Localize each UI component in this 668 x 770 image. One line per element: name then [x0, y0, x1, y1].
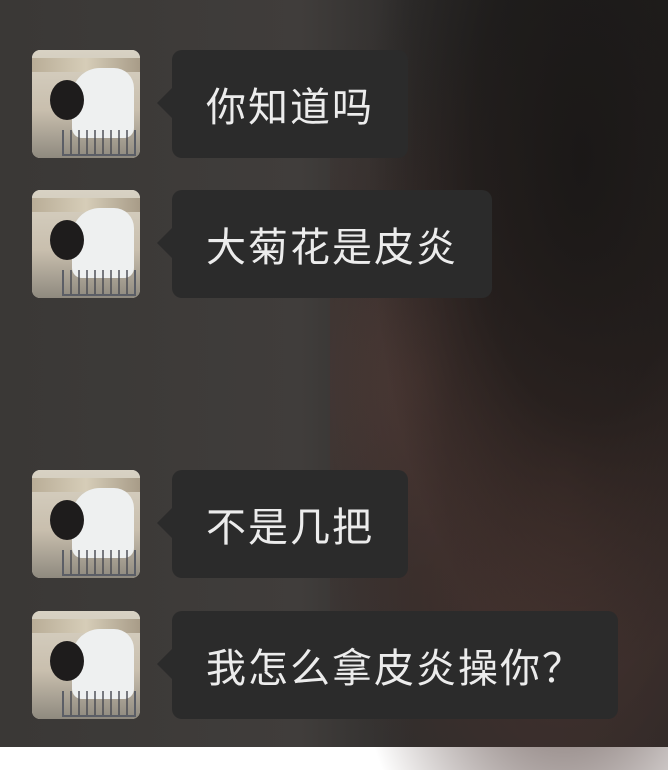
message-bubble[interactable]: 大菊花是皮炎 — [157, 190, 492, 298]
avatar-photo-cart — [62, 691, 136, 717]
chat-message: 大菊花是皮炎 — [32, 190, 492, 298]
avatar-photo-head — [50, 220, 84, 260]
message-bubble[interactable]: 你知道吗 — [157, 50, 408, 158]
chat-message: 我怎么拿皮炎操你？ — [32, 611, 618, 719]
avatar[interactable] — [32, 611, 140, 719]
avatar-photo-cart — [62, 130, 136, 156]
avatar-photo-head — [50, 641, 84, 681]
avatar[interactable] — [32, 50, 140, 158]
chat-message: 你知道吗 — [32, 50, 408, 158]
avatar-photo-head — [50, 80, 84, 120]
avatar-photo-head — [50, 500, 84, 540]
avatar[interactable] — [32, 470, 140, 578]
avatar-photo-cart — [62, 270, 136, 296]
chat-message-list: 你知道吗 大菊花是皮炎 不是几把 我怎么拿皮炎操你？ — [0, 0, 668, 747]
avatar[interactable] — [32, 190, 140, 298]
message-bubble[interactable]: 我怎么拿皮炎操你？ — [157, 611, 618, 719]
avatar-photo-cart — [62, 550, 136, 576]
message-bubble[interactable]: 不是几把 — [157, 470, 408, 578]
chat-message: 不是几把 — [32, 470, 408, 578]
